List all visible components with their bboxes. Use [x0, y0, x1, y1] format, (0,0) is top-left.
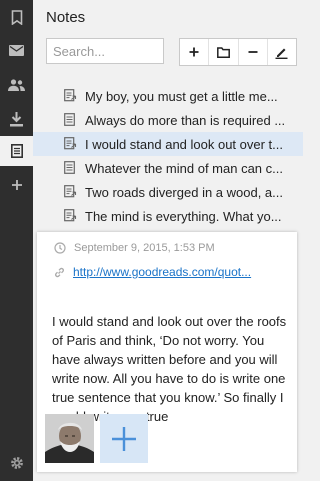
settings-button[interactable] [0, 448, 33, 478]
note-link-icon [64, 185, 77, 198]
downloads-nav-button[interactable] [0, 104, 33, 134]
clock-icon [54, 242, 66, 254]
contacts-nav-button[interactable] [0, 70, 33, 100]
note-link-icon [64, 89, 77, 102]
list-item[interactable]: Two roads diverged in a wood, a... [33, 180, 303, 204]
mail-nav-button[interactable] [0, 35, 33, 65]
delete-note-button[interactable] [239, 39, 268, 65]
notes-toolbar [179, 38, 297, 66]
list-item[interactable]: I would stand and look out over t... [33, 132, 303, 156]
new-folder-button[interactable] [209, 39, 239, 65]
list-item[interactable]: Always do more than is required ... [33, 108, 303, 132]
notes-nav-button[interactable] [0, 136, 33, 166]
list-item[interactable]: The mind is everything. What yo... [33, 204, 303, 228]
list-item[interactable]: My boy, you must get a little me... [33, 84, 303, 108]
add-attachment-button[interactable] [100, 414, 148, 463]
link-icon [55, 267, 64, 277]
note-source-link[interactable]: http://www.goodreads.com/quot... [73, 265, 283, 279]
mail-icon [9, 44, 24, 56]
notes-list: My boy, you must get a little me... Alwa… [33, 84, 303, 228]
note-title: Always do more than is required ... [85, 112, 286, 128]
plus-icon [189, 47, 199, 57]
pencil-icon [275, 48, 288, 59]
note-date-row: September 9, 2015, 1:53 PM [54, 242, 215, 254]
note-url-row: http://www.goodreads.com/quot... [54, 265, 283, 279]
bookmark-icon [11, 9, 22, 25]
note-title: The mind is everything. What yo... [85, 208, 282, 224]
gear-icon [10, 457, 23, 469]
note-detail-card: September 9, 2015, 1:53 PM http://www.go… [37, 232, 297, 472]
minus-icon [248, 51, 258, 53]
add-note-button[interactable] [180, 39, 210, 65]
search-input[interactable] [46, 38, 164, 64]
note-title: Two roads diverged in a wood, a... [85, 184, 284, 200]
download-icon [10, 111, 23, 126]
add-panel-button[interactable] [0, 170, 33, 200]
note-link-icon [64, 137, 77, 150]
note-icon [64, 161, 75, 174]
icon-rail [0, 0, 33, 481]
note-title: I would stand and look out over t... [85, 136, 284, 152]
notes-panel: Notes Search... My boy, you must get a l… [33, 0, 303, 481]
note-icon [10, 144, 23, 158]
portrait-image [45, 414, 94, 463]
attachment-thumbnail[interactable] [45, 414, 94, 463]
note-icon [64, 113, 75, 126]
edit-note-button[interactable] [268, 39, 296, 65]
folder-icon [216, 46, 230, 58]
note-date: September 9, 2015, 1:53 PM [74, 242, 215, 254]
note-title: Whatever the mind of man can c... [85, 160, 283, 176]
page-title: Notes [46, 9, 86, 26]
bookmarks-nav-button[interactable] [0, 2, 33, 32]
note-title: My boy, you must get a little me... [85, 88, 278, 104]
note-body[interactable]: I would stand and look out over the roof… [52, 312, 292, 426]
people-icon [8, 79, 25, 91]
note-link-icon [64, 209, 77, 222]
list-item[interactable]: Whatever the mind of man can c... [33, 156, 303, 180]
plus-icon [112, 426, 136, 451]
plus-icon [11, 180, 22, 190]
